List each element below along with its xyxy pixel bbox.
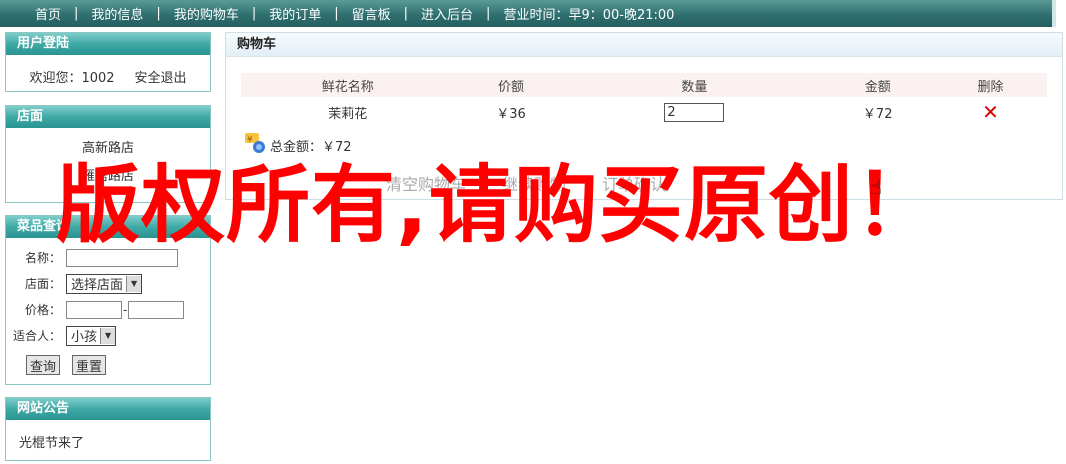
login-panel: 用户登陆 欢迎您：1002 安全退出 xyxy=(5,32,211,92)
search-button[interactable]: 查询 xyxy=(26,355,61,375)
audience-select-value: 小孩 xyxy=(71,330,98,345)
nav-item-2[interactable]: 我的购物车 xyxy=(161,4,252,23)
notice-panel-title: 网站公告 xyxy=(6,398,210,420)
business-hours: 营业时间：早9：00-晚21:00 xyxy=(503,8,675,23)
item-name: 茉莉花 xyxy=(328,106,368,122)
top-navigation: 首页 | 我的信息 | 我的购物车 | 我的订单 | 留言板 | 进入后台 | 营业时间：早9：00-晚… xyxy=(0,0,1056,27)
table-row: 茉莉花 ￥36 2 ￥72 ✕ xyxy=(241,97,1047,127)
notice-text: 光棍节来了 xyxy=(19,436,85,451)
chevron-down-icon: ▼ xyxy=(126,275,142,292)
delete-icon[interactable]: ✕ xyxy=(982,100,999,124)
store-panel-title: 店面 xyxy=(6,106,210,128)
col-header-qty: 数量 xyxy=(567,73,822,97)
store-select[interactable]: 选择店面 ▼ xyxy=(66,273,143,294)
logout-link[interactable]: 安全退出 xyxy=(135,67,187,86)
col-header-amount: 金额 xyxy=(821,73,935,97)
nav-item-3[interactable]: 我的订单 xyxy=(256,4,334,23)
item-price: ￥36 xyxy=(496,106,526,122)
col-header-name: 鲜花名称 xyxy=(241,73,455,97)
col-header-price: 价额 xyxy=(454,73,568,97)
nav-item-5[interactable]: 进入后台 xyxy=(408,4,486,23)
audience-label: 适合人： xyxy=(12,329,61,343)
col-header-delete: 删除 xyxy=(934,73,1047,97)
store-select-value: 选择店面 xyxy=(71,278,124,293)
hand-cursor-icon: ☝ xyxy=(870,175,883,199)
cart-header-row: 鲜花名称 价额 数量 金额 删除 xyxy=(241,73,1047,97)
chevron-down-icon: ▼ xyxy=(100,327,116,344)
svg-text:¥: ¥ xyxy=(247,135,253,145)
login-panel-title: 用户登陆 xyxy=(6,33,210,55)
copyright-watermark: 版权所有,请购买原创！ xyxy=(56,156,939,254)
item-amount: ￥72 xyxy=(862,106,893,122)
delete-cell: ✕ xyxy=(934,97,1047,127)
qty-cell: 2 xyxy=(567,97,821,127)
nav-item-1[interactable]: 我的信息 xyxy=(78,4,156,23)
quantity-input[interactable]: 2 xyxy=(664,102,725,122)
nav-item-4[interactable]: 留言板 xyxy=(339,4,404,23)
nav-item-0[interactable]: 首页 xyxy=(22,4,74,23)
audience-select[interactable]: 小孩 ▼ xyxy=(66,325,117,346)
welcome-text: 欢迎您：1002 xyxy=(29,71,115,86)
cart-table: 鲜花名称 价额 数量 金额 删除 茉莉花 ￥36 2 ￥72 ✕ xyxy=(241,73,1047,127)
price-max-input[interactable] xyxy=(128,300,185,319)
price-min-input[interactable] xyxy=(66,300,122,319)
reset-button[interactable]: 重置 xyxy=(72,355,107,375)
store-label: 店面： xyxy=(24,277,61,291)
price-label: 价格： xyxy=(24,303,61,317)
notice-panel: 网站公告 光棍节来了 xyxy=(5,397,211,461)
cart-title: 购物车 xyxy=(226,33,1062,57)
